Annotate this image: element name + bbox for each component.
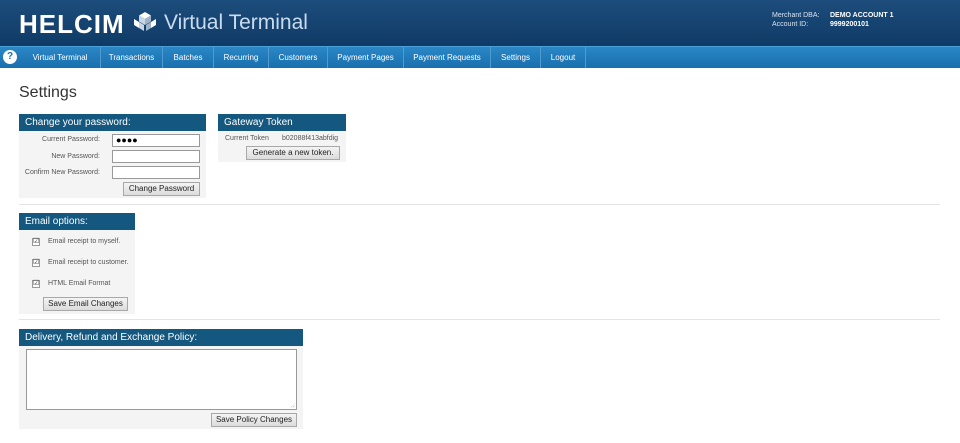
panel-title: Delivery, Refund and Exchange Policy: [19, 329, 303, 346]
save-policy-button[interactable]: Save Policy Changes [211, 413, 297, 427]
nav-customers[interactable]: Customers [269, 47, 328, 68]
generate-token-button[interactable]: Generate a new token. [246, 146, 340, 160]
nav-virtual-terminal[interactable]: Virtual Terminal [20, 47, 101, 68]
change-password-button[interactable]: Change Password [123, 182, 200, 196]
merchant-value: DEMO ACCOUNT 1 [830, 12, 894, 19]
email-customer-checkbox[interactable]: ☑ [32, 259, 40, 267]
current-password-label: Current Password: [42, 136, 100, 143]
brand-subtitle: Virtual Terminal [164, 11, 308, 34]
account-label: Account ID: [772, 21, 809, 28]
policy-textarea[interactable] [26, 349, 297, 410]
email-myself-label: Email receipt to myself. [48, 238, 121, 245]
nav-recurring[interactable]: Recurring [214, 47, 269, 68]
current-token-label: Current Token [225, 135, 269, 142]
policy-panel: Delivery, Refund and Exchange Policy: Sa… [19, 329, 303, 429]
merchant-label: Merchant DBA: [772, 12, 820, 19]
gateway-token-panel: Gateway Token Current Token b02088f413ab… [218, 114, 346, 162]
confirm-password-label: Confirm New Password: [24, 169, 100, 176]
email-options-panel: Email options: ☑ Email receipt to myself… [19, 213, 135, 314]
current-token-value: b02088f413abfdig [282, 135, 339, 142]
section-divider [19, 204, 940, 205]
email-myself-checkbox[interactable]: ☑ [32, 238, 40, 246]
help-icon[interactable]: ? [3, 50, 17, 64]
nav-batches[interactable]: Batches [163, 47, 214, 68]
resize-grip-icon[interactable] [290, 403, 295, 408]
app-header: HELCIM Virtual Terminal Merchant DBA: DEM… [0, 0, 960, 46]
section-divider [19, 319, 940, 320]
new-password-label: New Password: [51, 153, 100, 160]
cube-logo-icon [134, 12, 156, 31]
change-password-panel: Change your password: Current Password: … [19, 114, 206, 198]
new-password-input[interactable] [112, 150, 200, 163]
panel-title: Email options: [19, 213, 135, 230]
nav-payment-pages[interactable]: Payment Pages [328, 47, 404, 68]
panel-title: Change your password: [19, 114, 206, 131]
panel-title: Gateway Token [218, 114, 346, 131]
nav-payment-requests[interactable]: Payment Requests [404, 47, 491, 68]
merchant-info: Merchant DBA: DEMO ACCOUNT 1 Account ID: 9… [772, 11, 894, 29]
page-title: Settings [19, 84, 77, 101]
email-customer-label: Email receipt to customer. [48, 259, 129, 266]
current-password-input[interactable]: ●●●● [112, 134, 200, 147]
html-format-label: HTML Email Format [48, 280, 111, 287]
account-value: 9999200101 [830, 21, 869, 28]
nav-settings[interactable]: Settings [491, 47, 541, 68]
main-nav: ? Virtual Terminal Transactions Batches … [0, 46, 960, 68]
save-email-button[interactable]: Save Email Changes [43, 297, 128, 311]
html-format-checkbox[interactable]: ☑ [32, 280, 40, 288]
nav-transactions[interactable]: Transactions [101, 47, 163, 68]
brand-logo: HELCIM [19, 9, 125, 39]
confirm-password-input[interactable] [112, 166, 200, 179]
nav-logout[interactable]: Logout [541, 47, 586, 68]
